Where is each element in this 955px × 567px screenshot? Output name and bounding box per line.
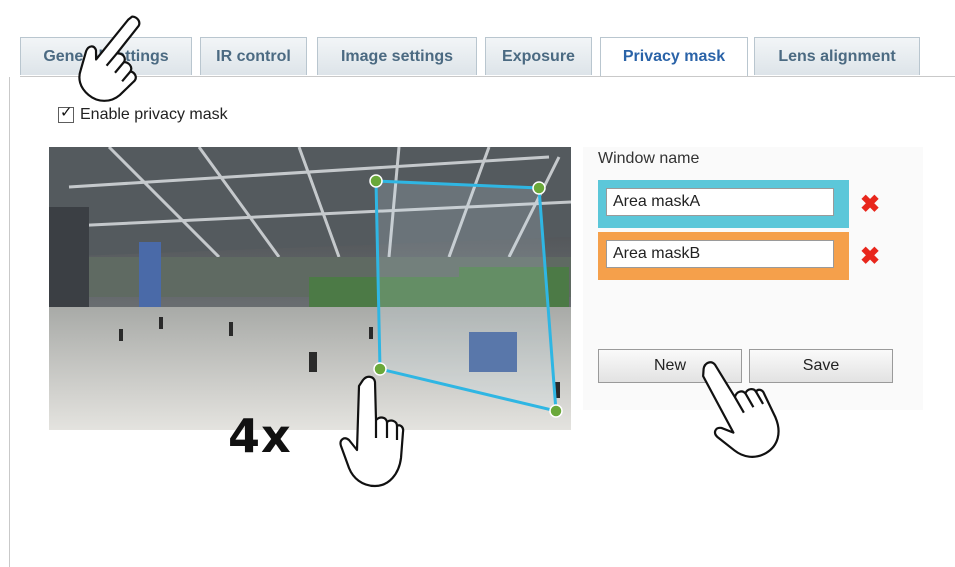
pointing-hand-icon: [702, 361, 780, 458]
tab-bar-divider: [20, 76, 955, 77]
tab-label: IR control: [216, 48, 291, 65]
mask-handle-bottom-right[interactable]: [549, 404, 563, 418]
tab-label: Lens alignment: [778, 48, 896, 65]
tab-label: Image settings: [340, 48, 454, 65]
tab-label: Exposure: [502, 48, 575, 65]
delete-x-icon[interactable]: ✖: [859, 245, 881, 269]
tab-privacy-mask[interactable]: Privacy mask: [600, 37, 748, 77]
tab-image-settings[interactable]: Image settings: [317, 37, 477, 75]
mask-row-b: Area maskB: [598, 232, 849, 280]
mask-handle-top-left[interactable]: [369, 174, 383, 188]
repeat-count-annotation: 4x: [228, 409, 292, 463]
enable-privacy-mask-row[interactable]: ✓ Enable privacy mask: [58, 104, 228, 126]
content-frame-border: [9, 77, 10, 567]
mask-handle-top-right[interactable]: [532, 181, 546, 195]
tab-exposure[interactable]: Exposure: [485, 37, 592, 75]
camera-preview[interactable]: [49, 147, 571, 430]
tab-lens-alignment[interactable]: Lens alignment: [754, 37, 920, 75]
window-name-label: Window name: [598, 150, 700, 167]
enable-privacy-mask-label: Enable privacy mask: [80, 106, 228, 123]
pointing-hand-icon: [339, 375, 405, 488]
tab-bar: General settings IR control Image settin…: [20, 37, 955, 77]
pointing-hand-icon: [78, 15, 141, 102]
tab-label: Privacy mask: [622, 48, 726, 65]
tab-ir-control[interactable]: IR control: [200, 37, 307, 75]
delete-x-icon[interactable]: ✖: [859, 193, 881, 217]
enable-privacy-mask-checkbox[interactable]: ✓: [58, 104, 74, 123]
camera-preview-image: [49, 147, 571, 430]
mask-row-a: Area maskA: [598, 180, 849, 228]
mask-name-input-b[interactable]: Area maskB: [606, 240, 834, 268]
mask-name-input-a[interactable]: Area maskA: [606, 188, 834, 216]
